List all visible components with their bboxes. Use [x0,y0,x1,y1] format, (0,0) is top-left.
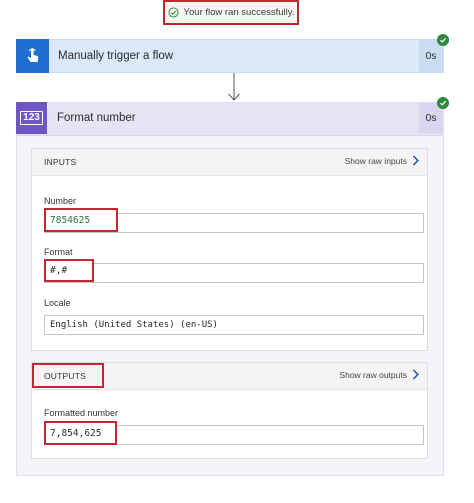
locale-label: Locale [44,298,71,308]
number-value: 7854625 [44,208,118,232]
touch-hand-icon [27,48,38,62]
trigger-card[interactable]: Manually trigger a flow 0s [16,34,449,73]
number-label: Number [44,196,77,206]
format-label: Format [44,247,73,257]
toast-message: Your flow ran successfully. [183,7,295,18]
success-check-icon [437,34,449,46]
arrow-down-icon [228,73,240,101]
show-raw-inputs-link[interactable]: Show raw inputs [345,155,419,166]
action-header[interactable]: 123 Format number 0s [16,97,449,136]
formatted-number-label: Formatted number [44,408,119,418]
format-value: #,# [44,259,94,282]
trigger-icon-box [16,39,49,73]
formatted-number-value: 7,854,625 [44,421,117,445]
action-card: 123 Format number 0s INPUTS Show raw inp… [16,97,449,476]
inputs-header: INPUTS Show raw inputs [32,149,427,176]
show-raw-outputs-link[interactable]: Show raw outputs [339,369,419,380]
locale-field: English (United States) (en-US) [44,315,424,335]
success-check-icon [437,97,449,109]
success-toast: Your flow ran successfully. [163,0,299,25]
format-field [44,263,424,283]
outputs-section: OUTPUTS Show raw outputs Formatted numbe… [31,362,428,459]
action-title: Format number [57,112,136,124]
outputs-title: OUTPUTS [32,363,104,388]
check-circle-icon [168,7,179,18]
chevron-right-icon [412,369,419,380]
trigger-title: Manually trigger a flow [58,50,174,62]
inputs-section: INPUTS Show raw inputs Number 7854625 Fo… [31,148,428,351]
chevron-right-icon [412,155,419,166]
number-format-icon: 123 [16,102,47,134]
inputs-title: INPUTS [44,157,77,167]
outputs-header: OUTPUTS Show raw outputs [32,363,427,390]
